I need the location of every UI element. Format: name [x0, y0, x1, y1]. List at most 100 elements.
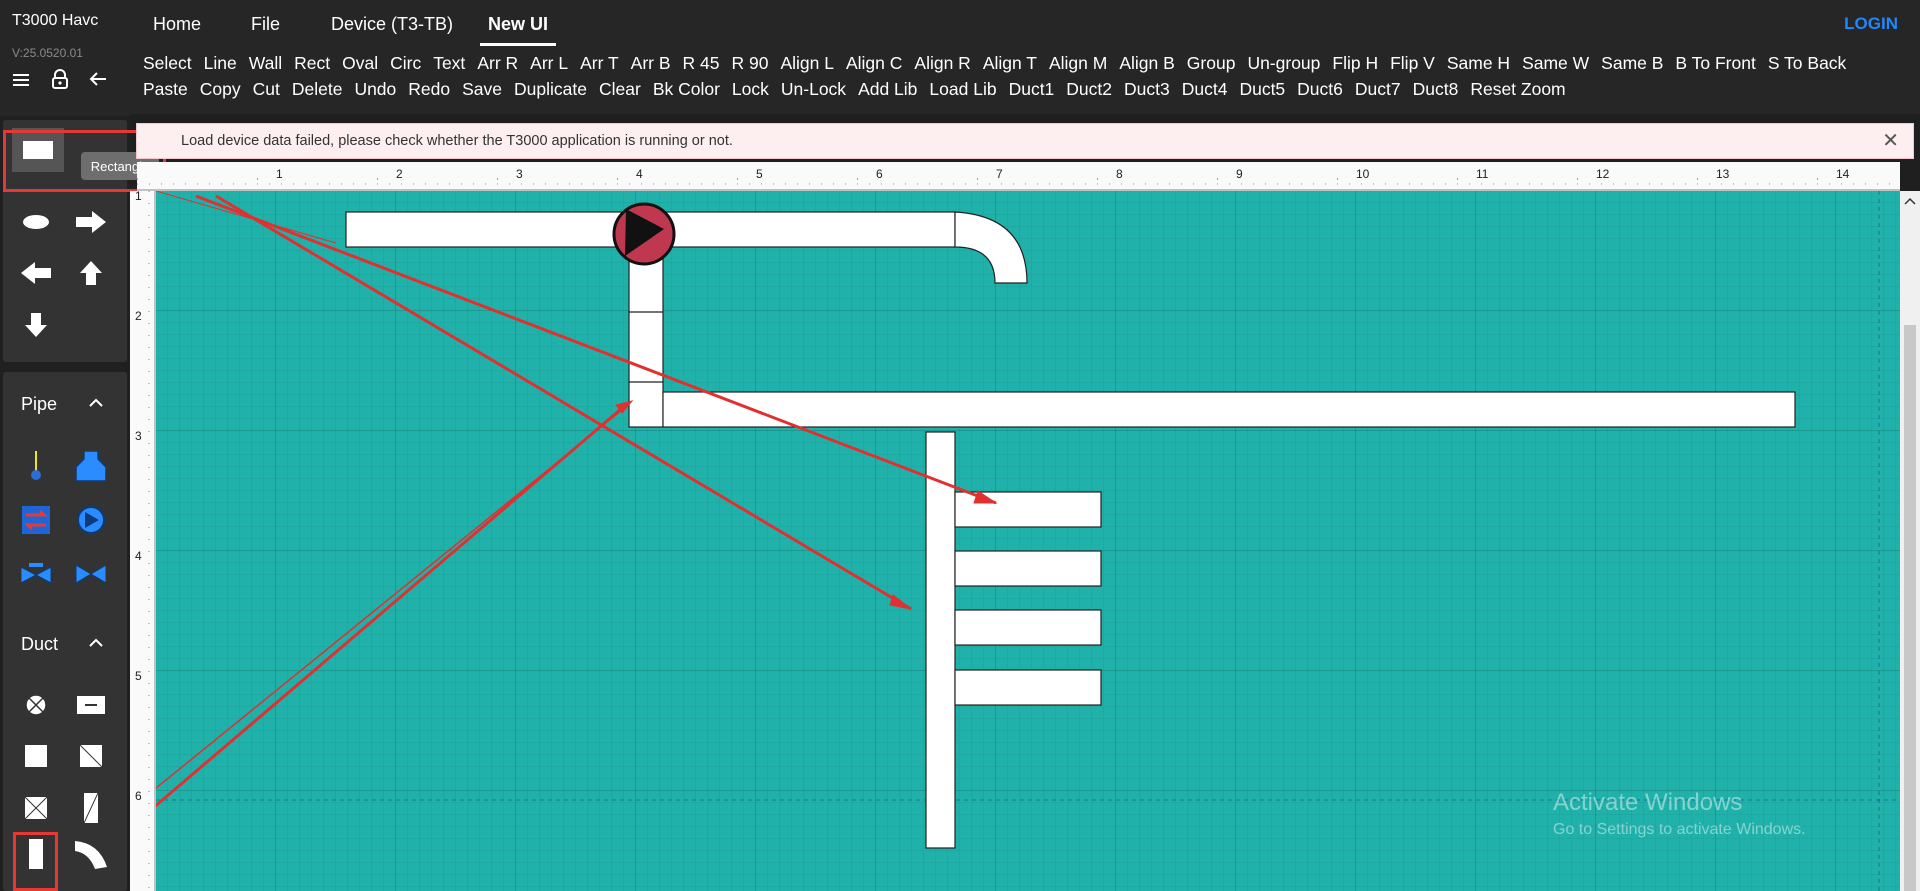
duct-segment-icon[interactable] [71, 685, 111, 725]
scrollbar-thumb[interactable] [1904, 325, 1916, 891]
duct-vertical-short [628, 246, 664, 428]
toolbar-button-wall[interactable]: Wall [249, 53, 282, 74]
toolbar-button-delete[interactable]: Delete [292, 79, 343, 100]
ruler-label: 12 [1596, 167, 1610, 181]
toolbar-button-load-lib[interactable]: Load Lib [929, 79, 996, 100]
vertical-diagonal-duct-icon[interactable] [71, 788, 111, 828]
arrow-up-shape-icon[interactable] [71, 253, 111, 293]
tank-icon[interactable] [71, 446, 111, 486]
drawing-canvas[interactable] [156, 191, 1900, 891]
toolbar-button-align-t[interactable]: Align T [983, 53, 1037, 74]
toolbar-button-same-h[interactable]: Same H [1447, 53, 1510, 74]
toolbar-button-un-lock[interactable]: Un-Lock [781, 79, 846, 100]
toolbar-button-oval[interactable]: Oval [342, 53, 378, 74]
menu-icon[interactable] [9, 67, 35, 93]
thermometer-icon[interactable] [16, 446, 56, 486]
butterfly-valve-icon[interactable] [71, 554, 111, 594]
login-link[interactable]: LOGIN [1844, 14, 1898, 34]
toolbar-button-duct8[interactable]: Duct8 [1413, 79, 1459, 100]
duct-horizontal-long [662, 391, 1796, 428]
arrow-right-shape-icon[interactable] [71, 202, 111, 242]
toolbar-button-arr-b[interactable]: Arr B [631, 53, 671, 74]
tab-new-ui[interactable]: New UI [488, 14, 548, 35]
toolbar-button-align-l[interactable]: Align L [780, 53, 834, 74]
pump-icon[interactable] [71, 500, 111, 540]
toolbar-button-rect[interactable]: Rect [294, 53, 330, 74]
oval-shape-icon[interactable] [16, 202, 56, 242]
duct-section-title: Duct [21, 634, 59, 654]
toolbar-button-paste[interactable]: Paste [143, 79, 188, 100]
toolbar-button-reset-zoom[interactable]: Reset Zoom [1470, 79, 1565, 100]
toolbar-button-un-group[interactable]: Un-group [1247, 53, 1320, 74]
toolbar-button-duct7[interactable]: Duct7 [1355, 79, 1401, 100]
toolbar-button-arr-r[interactable]: Arr R [477, 53, 518, 74]
chevron-up-icon[interactable] [89, 634, 103, 650]
elbow-duct-icon[interactable] [71, 834, 111, 874]
arrow-left-shape-icon[interactable] [16, 253, 56, 293]
toolbar-button-align-b[interactable]: Align B [1119, 53, 1174, 74]
ruler-label: 4 [135, 549, 142, 563]
tab-file[interactable]: File [251, 14, 280, 35]
toolbar-button-select[interactable]: Select [143, 53, 192, 74]
arrow-down-shape-icon[interactable] [16, 305, 56, 345]
toolbar-button-group[interactable]: Group [1187, 53, 1236, 74]
damper-icon[interactable] [16, 685, 56, 725]
lock-icon[interactable] [47, 66, 73, 92]
toolbar-button-cut[interactable]: Cut [253, 79, 280, 100]
toolbar-button-undo[interactable]: Undo [354, 79, 396, 100]
toolbar-button-s-to-back[interactable]: S To Back [1768, 53, 1846, 74]
duct-vertical-tall [925, 431, 956, 849]
toolbar-button-duct3[interactable]: Duct3 [1124, 79, 1170, 100]
ruler-label: 5 [135, 669, 142, 683]
duct-elbow [954, 211, 1028, 284]
ruler-label: 6 [135, 789, 142, 803]
toolbar-button-line[interactable]: Line [204, 53, 237, 74]
toolbar-button-duct1[interactable]: Duct1 [1009, 79, 1055, 100]
toolbar-button-bk-color[interactable]: Bk Color [653, 79, 720, 100]
toolbar-button-arr-t[interactable]: Arr T [580, 53, 619, 74]
tab-device[interactable]: Device (T3-TB) [331, 14, 453, 35]
heat-exchanger-icon[interactable] [16, 500, 56, 540]
alert-message: Load device data failed, please check wh… [181, 133, 733, 149]
toolbar-button-same-w[interactable]: Same W [1522, 53, 1589, 74]
toolbar-button-align-c[interactable]: Align C [846, 53, 902, 74]
close-icon[interactable]: ✕ [1882, 128, 1899, 153]
toolbar-button-redo[interactable]: Redo [408, 79, 450, 100]
toolbar-button-duct4[interactable]: Duct4 [1182, 79, 1228, 100]
toolbar-button-copy[interactable]: Copy [200, 79, 241, 100]
ruler-horizontal: 1 2 3 4 5 6 7 8 9 10 11 12 13 14 [137, 162, 1900, 191]
ruler-vertical: 1 2 3 4 5 6 [130, 189, 156, 891]
valve-icon[interactable] [16, 554, 56, 594]
toolbar-button-same-b[interactable]: Same B [1601, 53, 1663, 74]
toolbar-button-add-lib[interactable]: Add Lib [858, 79, 917, 100]
toolbar-button-clear[interactable]: Clear [599, 79, 641, 100]
toolbar-button-r-90[interactable]: R 90 [732, 53, 769, 74]
pipe-section-title: Pipe [21, 394, 58, 414]
diagonal-duct-icon[interactable] [71, 736, 111, 776]
square-duct-icon[interactable] [16, 736, 56, 776]
cross-duct-icon[interactable] [16, 788, 56, 828]
toolbar-button-duct6[interactable]: Duct6 [1297, 79, 1343, 100]
toolbar-button-flip-v[interactable]: Flip V [1390, 53, 1435, 74]
toolbar-button-text[interactable]: Text [433, 53, 465, 74]
chevron-up-icon[interactable] [89, 394, 103, 410]
watermark-subtitle: Go to Settings to activate Windows. [1553, 821, 1806, 838]
toolbar-button-flip-h[interactable]: Flip H [1332, 53, 1378, 74]
toolbar-button-b-to-front[interactable]: B To Front [1675, 53, 1755, 74]
back-arrow-icon[interactable] [85, 66, 111, 92]
toolbar-button-duct2[interactable]: Duct2 [1066, 79, 1112, 100]
canvas-shapes [156, 191, 1796, 849]
toolbar-button-duplicate[interactable]: Duplicate [514, 79, 587, 100]
tab-home[interactable]: Home [153, 14, 201, 35]
toolbar-button-lock[interactable]: Lock [732, 79, 769, 100]
duct-branch [954, 609, 1102, 646]
toolbar-button-duct5[interactable]: Duct5 [1239, 79, 1285, 100]
toolbar-button-align-m[interactable]: Align M [1049, 53, 1107, 74]
toolbar-button-arr-l[interactable]: Arr L [530, 53, 568, 74]
toolbar-button-save[interactable]: Save [462, 79, 502, 100]
toolbar-button-r-45[interactable]: R 45 [683, 53, 720, 74]
toolbar-button-circ[interactable]: Circ [390, 53, 421, 74]
ruler-label: 14 [1836, 167, 1850, 181]
toolbar-button-align-r[interactable]: Align R [914, 53, 970, 74]
watermark-title: Activate Windows [1553, 789, 1743, 816]
